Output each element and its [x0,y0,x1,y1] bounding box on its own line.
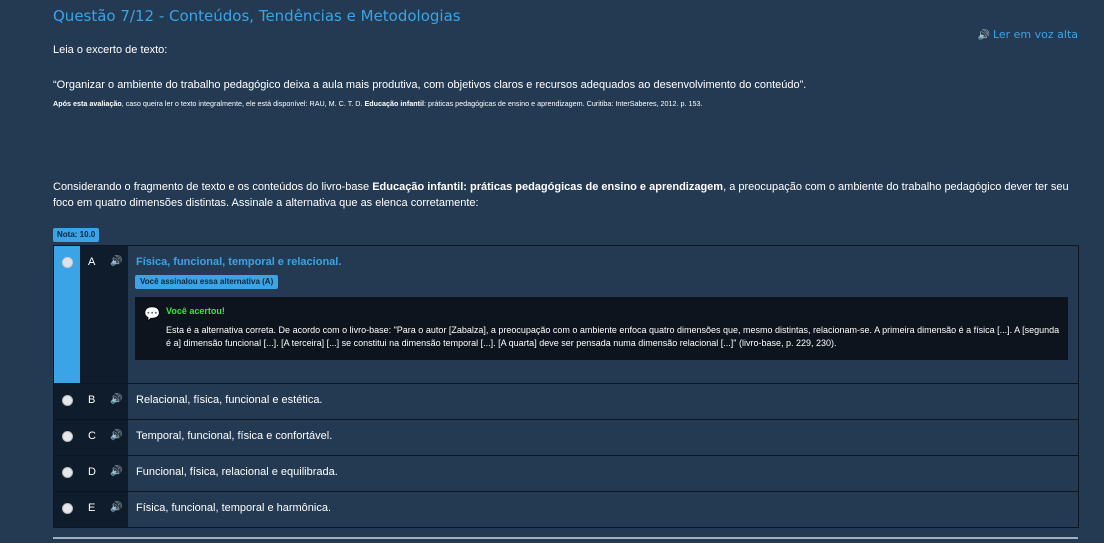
question-text: Considerando o fragmento de texto e os c… [53,179,1078,211]
question-book: Educação infantil: práticas pedagógicas … [372,181,724,193]
alternative-letter: D [88,466,96,478]
source-mid: , caso queira ler o texto integralmente,… [121,99,365,108]
speaker-icon[interactable]: 🔊 [110,256,122,267]
excerpt-source: Após esta avaliação, caso queira ler o t… [53,99,703,108]
source-tail: : práticas pedagógicas de ensino e apren… [424,99,703,108]
radio-icon[interactable] [62,395,73,406]
source-lead: Após esta avaliação [53,99,122,108]
alternative-gutter: B 🔊 [54,384,128,419]
feedback-title: Você acertou! [166,306,225,316]
question-title: Questão 7/12 - Conteúdos, Tendências e M… [53,7,461,25]
selected-badge: Você assinalou essa alternativa (A) [135,275,279,289]
read-aloud-link[interactable]: 🔊 Ler em voz alta [977,28,1078,41]
alternative-gutter: E 🔊 [54,492,128,527]
alternatives-list: A 🔊 Física, funcional, temporal e relaci… [53,245,1079,528]
alternative-text: Física, funcional, temporal e relacional… [136,256,342,268]
alternative-body: Funcional, física, relacional e equilibr… [128,456,1078,491]
excerpt-intro: Leia o excerto de texto: [53,44,168,56]
comment-bubble-icon: 💬 [144,306,161,321]
alternative-text: Relacional, física, funcional e estética… [136,394,323,406]
alternative-letter: B [88,394,96,406]
source-book: Educação infantil [364,99,424,108]
alternative-e[interactable]: E 🔊 Física, funcional, temporal e harmôn… [54,492,1078,528]
alternative-b[interactable]: B 🔊 Relacional, física, funcional e esté… [54,384,1078,420]
feedback-text: Esta é a alternativa correta. De acordo … [166,325,1060,348]
alternative-letter: C [88,430,96,442]
speaker-icon[interactable]: 🔊 [110,466,122,477]
speaker-icon[interactable]: 🔊 [110,502,122,513]
alternative-text: Funcional, física, relacional e equilibr… [136,466,338,478]
alternative-body: Relacional, física, funcional e estética… [128,384,1078,419]
alternative-letter: E [88,502,96,514]
alternative-letter: A [88,256,96,268]
read-aloud-label: Ler em voz alta [992,28,1078,41]
radio-icon[interactable] [62,257,73,268]
alternative-body: Física, funcional, temporal e harmônica. [128,492,1078,527]
alternative-text: Física, funcional, temporal e harmônica. [136,502,332,514]
speaker-icon[interactable]: 🔊 [110,430,122,441]
alternative-c[interactable]: C 🔊 Temporal, funcional, física e confor… [54,420,1078,456]
alternative-text: Temporal, funcional, física e confortáve… [136,430,333,442]
feedback-panel: 💬 Você acertou! Esta é a alternativa cor… [135,297,1068,360]
radio-icon[interactable] [62,503,73,514]
speaker-icon[interactable]: 🔊 [110,394,122,405]
grade-badge: Nota: 10.0 [53,228,100,242]
speaker-icon: 🔊 [977,30,990,41]
radio-icon[interactable] [62,467,73,478]
alternative-a[interactable]: A 🔊 Física, funcional, temporal e relaci… [54,246,1078,384]
alternative-body: Temporal, funcional, física e confortáve… [128,420,1078,455]
question-part1: Considerando o fragmento de texto e os c… [53,181,373,193]
alternative-d[interactable]: D 🔊 Funcional, física, relacional e equi… [54,456,1078,492]
alternative-body: Física, funcional, temporal e relacional… [128,246,1078,383]
alternative-gutter: A 🔊 [54,246,128,383]
alternative-gutter: D 🔊 [54,456,128,491]
bottom-divider [53,537,1078,539]
alternative-gutter: C 🔊 [54,420,128,455]
excerpt-quote: “Organizar o ambiente do trabalho pedagó… [53,79,807,91]
radio-icon[interactable] [62,431,73,442]
